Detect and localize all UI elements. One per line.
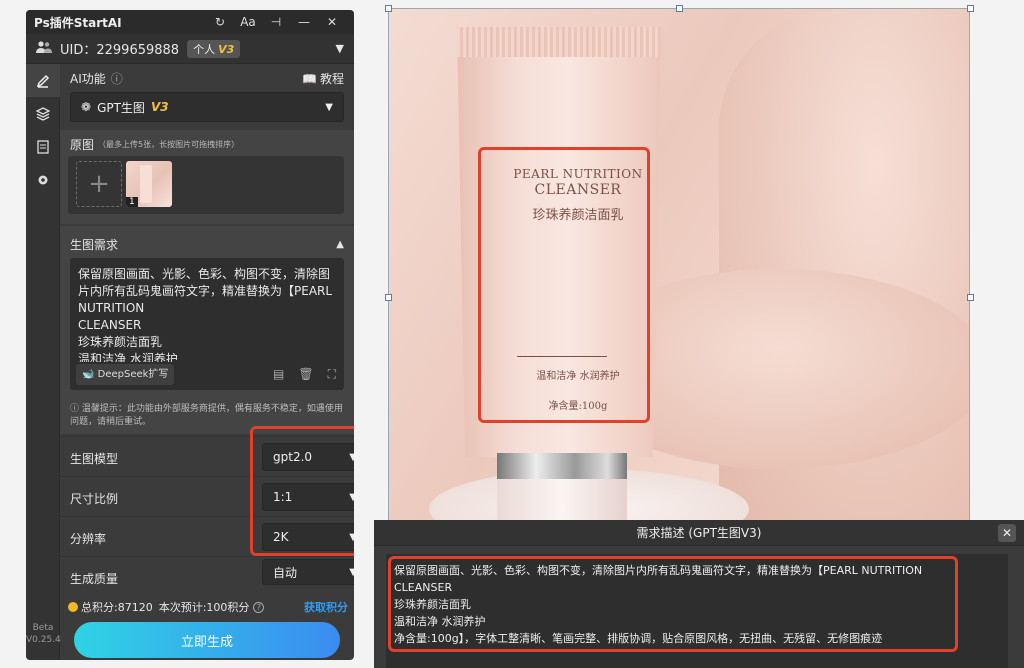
requirement-textarea[interactable]: 保留原图画面、光影、色彩、构图不变，清除图片内所有乱码鬼画符文字，精准替换为【P… <box>70 258 344 390</box>
quality-select[interactable]: 自动 ▼ <box>262 559 354 585</box>
textarea-toolbar: 🐋 DeepSeek扩写 ▤ 🗑 ⛶ <box>76 363 336 385</box>
uid-text: UID：2299659888 <box>60 43 180 58</box>
book-icon[interactable]: 📖 <box>302 72 317 86</box>
dialog-title: 需求描述 (GPT生图V3) <box>636 526 762 540</box>
dialog-header: 需求描述 (GPT生图V3) ✕ <box>374 520 1024 546</box>
sparkle-icon: ❁ <box>81 100 92 114</box>
quality-value: 自动 <box>273 565 298 580</box>
transform-handle[interactable] <box>967 294 974 301</box>
ai-function-header: AI功能 ⓘ 📖 教程 <box>70 70 344 87</box>
main-content: AI功能 ⓘ 📖 教程 ❁ GPT生图 V3 ▼ 原图 （最多上传5张，长按图片… <box>60 64 354 660</box>
image-thumbnail[interactable]: 1 <box>126 161 172 207</box>
transform-handle[interactable] <box>385 5 392 12</box>
tube-cap <box>497 453 627 479</box>
estimate-points: 本次预计:100积分 <box>158 601 250 614</box>
beta-label: Beta <box>32 623 54 633</box>
requirement-header[interactable]: 生图需求 ▲ <box>70 236 344 253</box>
description-dialog: 需求描述 (GPT生图V3) ✕ 保留原图画面、光影、色彩、构图不变，清除图片内… <box>374 520 1024 668</box>
requirement-label: 生图需求 <box>70 238 119 252</box>
quality-label: 生成质量 <box>70 572 119 586</box>
source-images-hint: （最多上传5张，长按图片可拖拽排序） <box>98 140 240 149</box>
points-bar: 总积分:87120 本次预计:100积分 ? 获取积分 <box>68 599 348 615</box>
layers-icon[interactable] <box>26 97 60 130</box>
history-icon[interactable]: ▤ <box>273 366 284 383</box>
chevron-up-icon[interactable]: ▲ <box>336 239 344 250</box>
chevron-down-icon: ▼ <box>349 566 354 578</box>
close-icon[interactable]: ✕ <box>998 524 1016 542</box>
thumbnail-index: 1 <box>126 197 138 207</box>
deepseek-label: DeepSeek扩写 <box>97 368 169 380</box>
requirement-text: 保留原图画面、光影、色彩、构图不变，清除图片内所有乱码鬼画符文字，精准替换为【P… <box>78 267 333 362</box>
trash-icon[interactable]: 🗑 <box>298 366 313 383</box>
thumbnail-product <box>140 165 152 203</box>
version-note: Beta V0.25.4 <box>26 622 61 646</box>
source-images-header: 原图 （最多上传5张，长按图片可拖拽排序） <box>70 136 344 153</box>
plan-version: V3 <box>218 42 235 56</box>
text-highlight-box <box>478 147 650 423</box>
plugin-panel: Ps插件StartAI ↻ Aa ⊣ — ✕ UID：2299659888 个人… <box>26 10 354 660</box>
chevron-down-icon: ▼ <box>325 101 333 113</box>
ai-function-label: AI功能 <box>70 72 106 86</box>
ratio-label: 尺寸比例 <box>70 492 119 506</box>
close-icon[interactable]: ✕ <box>318 15 346 29</box>
title-bar: Ps插件StartAI ↻ Aa ⊣ — ✕ <box>26 10 354 34</box>
transform-handle[interactable] <box>385 294 392 301</box>
add-image-button[interactable]: + <box>76 161 122 207</box>
info-icon[interactable]: ⓘ <box>111 70 123 87</box>
plan-label: 个人 <box>193 42 216 56</box>
resolution-label: 分辨率 <box>70 532 107 546</box>
deepseek-expand-button[interactable]: 🐋 DeepSeek扩写 <box>76 363 175 385</box>
font-size-button[interactable]: Aa <box>234 15 262 29</box>
refresh-icon[interactable]: ↻ <box>206 15 234 29</box>
dialog-highlight-box <box>388 556 958 652</box>
ai-function-value: GPT生图 <box>97 100 145 115</box>
help-icon[interactable]: ? <box>253 601 265 613</box>
sidebar: Beta V0.25.4 <box>26 64 61 660</box>
app-title: Ps插件StartAI <box>34 15 122 30</box>
generate-button[interactable]: 立即生成 <box>74 622 340 658</box>
ai-function-select[interactable]: ❁ GPT生图 V3 ▼ <box>70 92 344 122</box>
pin-icon[interactable]: ⊣ <box>262 15 290 29</box>
expand-icon[interactable]: ⛶ <box>328 366 336 383</box>
image-upload-box: + 1 <box>68 156 344 214</box>
source-images-label: 原图 <box>70 138 95 152</box>
document-icon[interactable] <box>26 130 60 163</box>
canvas-image[interactable]: PEARL NUTRITION CLEANSER 珍珠养颜洁面乳 温和洁净 水润… <box>388 8 970 528</box>
ai-function-version: V3 <box>150 100 169 114</box>
tube-crimp <box>457 27 661 57</box>
transform-handle[interactable] <box>676 5 683 12</box>
param-row-quality: 生成质量 自动 ▼ <box>60 556 354 596</box>
minimize-button[interactable]: — <box>290 15 318 29</box>
pen-icon[interactable] <box>26 64 60 97</box>
notice-content: 温馨提示：此功能由外部服务商提供，偶有服务不稳定，如遇使用问题，请稍后重试。 <box>70 404 343 427</box>
gear-icon[interactable] <box>26 163 60 196</box>
plan-badge: 个人 V3 <box>187 39 241 58</box>
user-icon <box>36 41 52 56</box>
get-points-link[interactable]: 获取积分 <box>304 599 348 615</box>
tutorial-link[interactable]: 教程 <box>320 70 344 87</box>
model-label: 生图模型 <box>70 452 119 466</box>
version-label: V0.25.4 <box>26 635 61 645</box>
total-points: 总积分:87120 <box>81 601 153 614</box>
highlight-box <box>250 426 354 556</box>
transform-handle[interactable] <box>967 5 974 12</box>
user-bar: UID：2299659888 个人 V3 ▼ <box>26 34 354 64</box>
chevron-down-icon[interactable]: ▼ <box>336 42 344 55</box>
coin-icon <box>68 602 78 612</box>
